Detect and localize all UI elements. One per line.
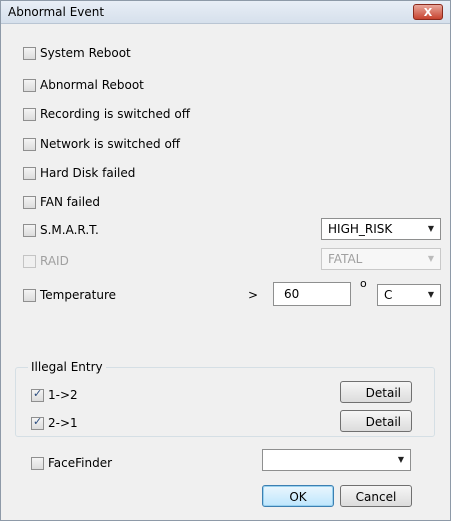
recording-off-option[interactable]: Recording is switched off [23, 106, 190, 122]
chevron-down-icon: ▼ [397, 455, 404, 464]
entry-2-to-1-detail-button[interactable]: Detail [340, 410, 412, 432]
smart-checkbox[interactable] [23, 223, 36, 237]
degree-symbol: o [360, 277, 367, 290]
fan-failed-label: FAN failed [40, 195, 101, 209]
temperature-operator: > [248, 288, 259, 302]
recording-off-label: Recording is switched off [40, 107, 190, 121]
illegal-entry-legend: Illegal Entry [28, 360, 106, 374]
entry-1-to-2-label: 1->2 [48, 388, 78, 402]
facefinder-option[interactable]: FaceFinder [31, 455, 112, 471]
smart-risk-select[interactable]: HIGH_RISK ▼ [321, 218, 441, 240]
system-reboot-option[interactable]: System Reboot [23, 45, 131, 61]
title-bar: Abnormal Event X [1, 1, 450, 24]
entry-1-to-2-detail-button[interactable]: Detail [340, 381, 412, 403]
smart-label: S.M.A.R.T. [40, 223, 99, 237]
abnormal-event-dialog: Abnormal Event X System Reboot Abnormal … [0, 0, 451, 521]
close-button[interactable]: X [413, 4, 443, 20]
network-off-option[interactable]: Network is switched off [23, 136, 180, 152]
temperature-threshold-input[interactable]: 60 [273, 282, 351, 306]
temperature-option[interactable]: Temperature [23, 287, 116, 303]
system-reboot-label: System Reboot [40, 46, 131, 60]
facefinder-select[interactable]: ▼ [262, 449, 411, 471]
recording-off-checkbox[interactable] [23, 107, 36, 121]
temperature-checkbox[interactable] [23, 288, 36, 302]
raid-level-value: FATAL [328, 252, 363, 266]
raid-level-select[interactable]: FATAL ▼ [321, 248, 441, 270]
hdd-failed-option[interactable]: Hard Disk failed [23, 165, 135, 181]
smart-option[interactable]: S.M.A.R.T. [23, 222, 99, 238]
entry-1-to-2-option[interactable]: 1->2 [31, 387, 78, 403]
entry-2-to-1-label: 2->1 [48, 416, 78, 430]
chevron-down-icon: ▼ [427, 254, 434, 263]
temperature-label: Temperature [40, 288, 117, 302]
abnormal-reboot-label: Abnormal Reboot [40, 78, 144, 92]
system-reboot-checkbox[interactable] [23, 46, 36, 60]
network-off-label: Network is switched off [40, 137, 181, 151]
fan-failed-option[interactable]: FAN failed [23, 194, 100, 210]
entry-1-to-2-checkbox[interactable] [31, 387, 44, 402]
hdd-failed-checkbox[interactable] [23, 166, 36, 180]
hdd-failed-label: Hard Disk failed [40, 166, 136, 180]
ok-button[interactable]: OK [262, 485, 334, 507]
entry-2-to-1-checkbox[interactable] [31, 415, 44, 430]
raid-checkbox[interactable] [23, 254, 36, 268]
raid-option[interactable]: RAID [23, 253, 69, 269]
chevron-down-icon: ▼ [427, 290, 434, 299]
dialog-title: Abnormal Event [8, 5, 105, 19]
smart-risk-value: HIGH_RISK [328, 222, 393, 236]
facefinder-label: FaceFinder [48, 456, 113, 470]
abnormal-reboot-option[interactable]: Abnormal Reboot [23, 77, 144, 93]
facefinder-checkbox[interactable] [31, 456, 44, 470]
fan-failed-checkbox[interactable] [23, 195, 36, 209]
network-off-checkbox[interactable] [23, 137, 36, 151]
entry-2-to-1-option[interactable]: 2->1 [31, 415, 78, 431]
cancel-button[interactable]: Cancel [340, 485, 412, 507]
chevron-down-icon: ▼ [427, 224, 434, 233]
temperature-unit-value: C [384, 288, 393, 302]
abnormal-reboot-checkbox[interactable] [23, 78, 36, 92]
raid-label: RAID [40, 254, 69, 268]
temperature-unit-select[interactable]: C ▼ [377, 284, 441, 306]
